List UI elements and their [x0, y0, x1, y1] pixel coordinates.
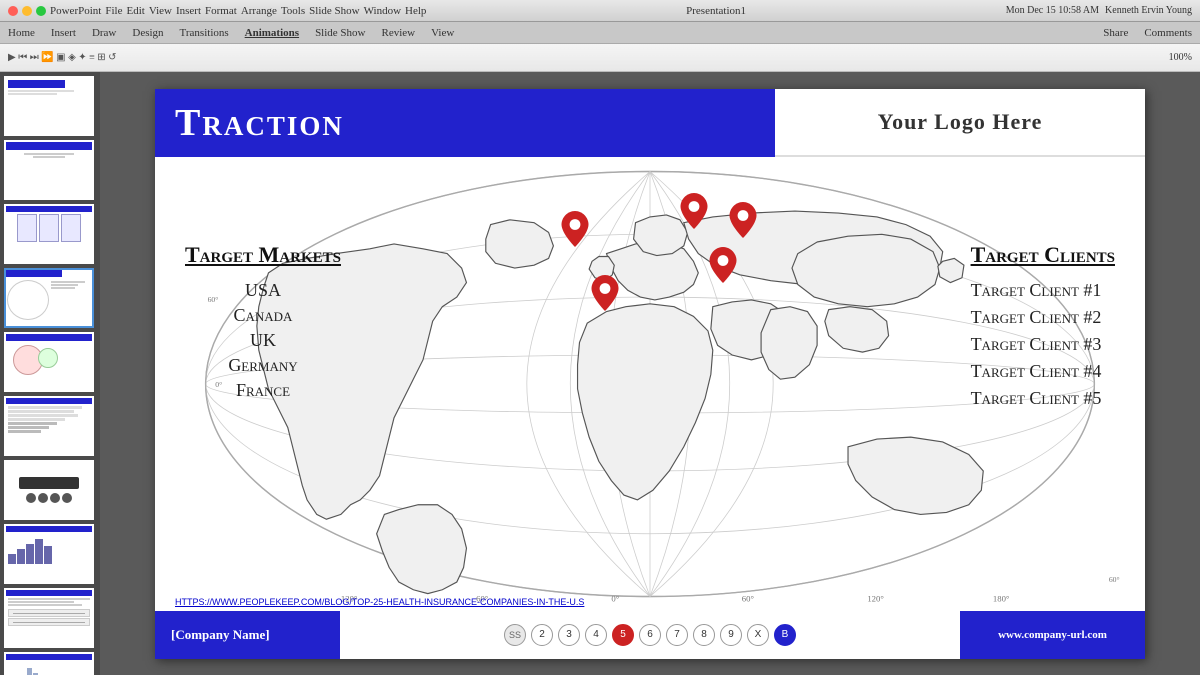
footer-screenshot-badge: SS [504, 624, 526, 646]
map-pin-uk-south [591, 275, 619, 316]
app-menu-slideshow[interactable]: Slide Show [309, 5, 359, 17]
footer-num-6[interactable]: 6 [639, 624, 661, 646]
client-item-4: Target Client #4 [971, 361, 1115, 382]
slide-thumb-5[interactable]: 5 [4, 332, 94, 392]
slide-footer: [Company Name] SS 2 3 4 5 6 7 8 9 X B ww… [155, 611, 1145, 659]
slide-thumb-2[interactable]: 2 [4, 140, 94, 200]
app-menu-tools[interactable]: Tools [281, 5, 305, 17]
svg-text:120°: 120° [867, 593, 884, 603]
slide-thumb-10[interactable]: 10 [4, 652, 94, 675]
slide-header: Traction Your Logo Here [155, 89, 1145, 157]
maximize-button[interactable] [36, 6, 46, 16]
market-item-uk: UK [185, 330, 341, 351]
client-item-1: Target Client #1 [971, 280, 1115, 301]
window-title: Presentation1 [686, 5, 746, 17]
client-item-2: Target Client #2 [971, 307, 1115, 328]
slide-logo-area: Your Logo Here [775, 89, 1145, 157]
tab-transitions[interactable]: Transitions [180, 27, 229, 39]
tab-animations[interactable]: Animations [245, 27, 299, 39]
app-menu-powerpoint[interactable]: PowerPoint [50, 5, 101, 17]
slide-thumb-8[interactable]: 8 [4, 524, 94, 584]
app-menu-window[interactable]: Window [364, 5, 401, 17]
map-pin-europe3 [709, 247, 737, 288]
tab-review[interactable]: Review [382, 27, 416, 39]
tab-design[interactable]: Design [132, 27, 163, 39]
menubar-left: PowerPoint File Edit View Insert Format … [8, 5, 426, 17]
target-markets-heading: Target Markets [185, 242, 341, 268]
tab-view[interactable]: View [431, 27, 454, 39]
app-menu-file[interactable]: File [105, 5, 122, 17]
client-item-3: Target Client #3 [971, 334, 1115, 355]
slide-logo: Your Logo Here [878, 109, 1043, 135]
minimize-button[interactable] [22, 6, 32, 16]
slide-thumb-9[interactable]: 9 [4, 588, 94, 648]
slide-title-bar: Traction [155, 89, 775, 157]
slide-thumb-3[interactable]: 3 [4, 204, 94, 264]
app-menu-edit[interactable]: Edit [126, 5, 144, 17]
footer-num-9[interactable]: 9 [720, 624, 742, 646]
main-area: 1 2 [0, 72, 1200, 675]
tab-home[interactable]: Home [8, 27, 35, 39]
footer-num-2[interactable]: 2 [531, 624, 553, 646]
footer-num-7[interactable]: 7 [666, 624, 688, 646]
app-menu-arrange[interactable]: Arrange [241, 5, 277, 17]
footer-num-5-active[interactable]: 5 [612, 624, 634, 646]
footer-company-name: [Company Name] [155, 611, 340, 659]
ribbon-tabs: Home Insert Draw Design Transitions Anim… [0, 22, 1200, 44]
slide-canvas: Traction Your Logo Here [155, 89, 1145, 659]
footer-num-x[interactable]: X [747, 624, 769, 646]
footer-url: HTTPS://WWW.PEOPLEKEEP.COM/BLOG/TOP-25-H… [175, 597, 584, 607]
user-name: Kenneth Ervin Young [1105, 5, 1192, 16]
close-button[interactable] [8, 6, 18, 16]
traffic-lights[interactable] [8, 6, 46, 16]
map-pin-europe2 [729, 202, 757, 243]
svg-text:60°: 60° [1109, 575, 1120, 584]
tab-slideshow[interactable]: Slide Show [315, 27, 365, 39]
mac-menubar: PowerPoint File Edit View Insert Format … [0, 0, 1200, 22]
menubar-right: Mon Dec 15 10:58 AM Kenneth Ervin Young [1006, 5, 1192, 16]
footer-num-4[interactable]: 4 [585, 624, 607, 646]
toolbar: ▶ ⏮ ⏭ ⏩ ▣ ◈ ✦ ≡ ⊞ ↺ 100% [0, 44, 1200, 72]
market-item-canada: Canada [185, 305, 341, 326]
app-menu-help[interactable]: Help [405, 5, 426, 17]
slide-thumb-6[interactable]: 6 [4, 396, 94, 456]
content-area: Traction Your Logo Here [100, 72, 1200, 675]
toolbar-icons: ▶ ⏮ ⏭ ⏩ ▣ ◈ ✦ ≡ ⊞ ↺ [8, 52, 117, 63]
tab-draw[interactable]: Draw [92, 27, 116, 39]
share-button[interactable]: Share [1103, 27, 1128, 39]
app-menu-format[interactable]: Format [205, 5, 237, 17]
map-pin-europe1 [680, 193, 708, 234]
comments-button[interactable]: Comments [1144, 27, 1192, 39]
slide-thumb-4[interactable]: 4 [4, 268, 94, 328]
slide-thumb-7[interactable]: 7 [4, 460, 94, 520]
market-item-germany: Germany [185, 355, 341, 376]
zoom-label: 100% [1169, 52, 1192, 63]
app-menu-view[interactable]: View [149, 5, 172, 17]
slide-title: Traction [175, 101, 344, 145]
app-menu-insert[interactable]: Insert [176, 5, 201, 17]
footer-num-3[interactable]: 3 [558, 624, 580, 646]
slide-thumb-1[interactable]: 1 [4, 76, 94, 136]
slide-panel[interactable]: 1 2 [0, 72, 100, 675]
market-item-usa: USA [185, 280, 341, 301]
footer-numbers-bar: SS 2 3 4 5 6 7 8 9 X B [340, 611, 960, 659]
target-clients-heading: Target Clients [971, 242, 1115, 268]
target-markets-list: USA Canada UK Germany France [185, 280, 341, 401]
target-clients-list: Target Client #1 Target Client #2 Target… [971, 280, 1115, 409]
market-item-france: France [185, 380, 341, 401]
svg-text:0°: 0° [611, 593, 619, 603]
client-item-5: Target Client #5 [971, 388, 1115, 409]
map-pin-uk [561, 211, 589, 252]
footer-num-8[interactable]: 8 [693, 624, 715, 646]
svg-text:180°: 180° [993, 593, 1010, 603]
system-time: Mon Dec 15 10:58 AM [1006, 5, 1099, 16]
footer-company-url: www.company-url.com [960, 611, 1145, 659]
svg-text:60°: 60° [742, 593, 755, 603]
tab-insert[interactable]: Insert [51, 27, 76, 39]
target-clients-section: Target Clients Target Client #1 Target C… [971, 242, 1115, 415]
map-area: 120° 60° 0° 60° 120° 180° 60° 0° 60° [155, 157, 1145, 611]
target-markets-section: Target Markets USA Canada UK Germany Fra… [185, 242, 341, 405]
footer-num-b[interactable]: B [774, 624, 796, 646]
